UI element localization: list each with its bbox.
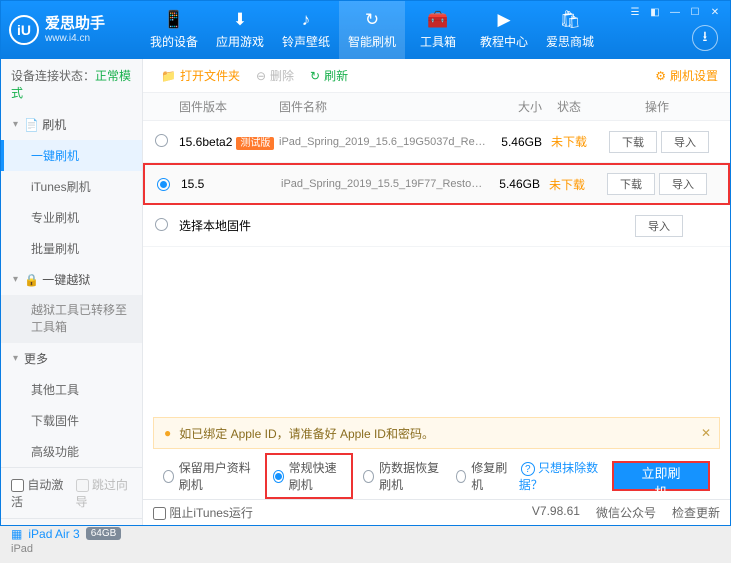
open-folder-button[interactable]: 📁打开文件夹 [155, 67, 246, 84]
statusbar: 阻止iTunes运行 V7.98.61 微信公众号 检查更新 [143, 499, 730, 525]
appleid-notice: ● 如已绑定 Apple ID，请准备好 Apple ID和密码。 ✕ [153, 417, 720, 449]
row-radio[interactable] [157, 178, 170, 191]
import-button[interactable]: 导入 [659, 173, 707, 195]
side-group-1[interactable]: ▾🔒 一键越狱 [1, 264, 142, 295]
side-sub-0-1[interactable]: iTunes刷机 [1, 171, 142, 202]
app-logo: iU 爱思助手 www.i4.cn [9, 15, 141, 45]
help-icon[interactable]: ? [521, 462, 535, 476]
nav-icon: ▶ [497, 10, 510, 30]
wc-menu-icon[interactable]: ☰ [626, 5, 644, 19]
toolbar: 📁打开文件夹 ⊖删除 ↻刷新 ⚙刷机设置 [143, 59, 730, 93]
nav-0[interactable]: 📱我的设备 [141, 1, 207, 59]
side-sub-1-0[interactable]: 越狱工具已转移至 工具箱 [1, 295, 142, 343]
logo-icon: iU [9, 15, 39, 45]
side-group-0[interactable]: ▾📄 刷机 [1, 109, 142, 140]
download-button[interactable]: 下载 [609, 131, 657, 153]
flash-opt-2[interactable]: 防数据恢复刷机 [363, 459, 445, 493]
nav-2[interactable]: ♪铃声壁纸 [273, 1, 339, 59]
opt-radio [273, 470, 284, 483]
import-button[interactable]: 导入 [661, 131, 709, 153]
nav-icon: ♪ [302, 10, 311, 30]
import-button[interactable]: 导入 [635, 215, 683, 237]
wc-min-icon[interactable]: — [666, 5, 684, 19]
side-sub-0-3[interactable]: 批量刷机 [1, 233, 142, 264]
wc-max-icon[interactable]: ☐ [686, 5, 704, 19]
chevron-down-icon: ▾ [13, 274, 18, 285]
nav-icon: 📱 [163, 10, 184, 30]
side-sub-2-0[interactable]: 其他工具 [1, 374, 142, 405]
nav-icon: ⬇ [233, 10, 247, 30]
sidebar: 设备连接状态：正常模式 ▾📄 刷机一键刷机iTunes刷机专业刷机批量刷机▾🔒 … [1, 59, 143, 525]
auto-activate-check[interactable]: 自动激活 [11, 476, 68, 510]
warn-icon: ● [164, 426, 171, 440]
block-itunes-check[interactable]: 阻止iTunes运行 [153, 504, 253, 521]
side-sub-0-0[interactable]: 一键刷机 [1, 140, 142, 171]
gear-icon: ⚙ [655, 69, 666, 83]
close-notice-icon[interactable]: ✕ [701, 426, 711, 440]
flash-opt-3[interactable]: 修复刷机 [456, 459, 509, 493]
check-update-link[interactable]: 检查更新 [672, 504, 720, 521]
side-group-2[interactable]: ▾更多 [1, 343, 142, 374]
device-status: 设备连接状态：正常模式 [1, 59, 142, 109]
delete-button: ⊖删除 [250, 67, 300, 84]
opt-radio [456, 470, 467, 483]
version-label: V7.98.61 [532, 504, 580, 521]
download-mgr-icon[interactable]: ⭳ [692, 25, 718, 51]
nav-icon: 🧰 [427, 10, 448, 30]
flash-mode-options: 保留用户资料刷机常规快速刷机防数据恢复刷机修复刷机? 只想抹除数据？立即刷机 [145, 453, 728, 499]
firmware-row[interactable]: 15.5iPad_Spring_2019_15.5_19F77_Restore.… [143, 163, 730, 205]
flash-opt-1[interactable]: 常规快速刷机 [265, 453, 354, 499]
flash-settings-button[interactable]: ⚙刷机设置 [655, 67, 718, 84]
row-radio[interactable] [155, 218, 168, 231]
nav-icon: 🛍 [559, 10, 581, 30]
brand-name: 爱思助手 [45, 15, 105, 33]
device-card[interactable]: ▦iPad Air 364GB iPad [1, 518, 142, 563]
opt-radio [163, 470, 174, 483]
flash-now-button[interactable]: 立即刷机 [612, 461, 710, 491]
brand-url: www.i4.cn [45, 33, 105, 45]
main-panel: 📁打开文件夹 ⊖删除 ↻刷新 ⚙刷机设置 固件版本 固件名称 大小 状态 操作 … [143, 59, 730, 525]
window-controls: ☰ ◧ — ☐ ✕ [626, 5, 724, 19]
sidebar-options: 自动激活 跳过向导 [1, 467, 142, 518]
wc-th-icon[interactable]: ◧ [646, 5, 664, 19]
nav-6[interactable]: 🛍爱思商城 [537, 1, 603, 59]
side-sub-2-2[interactable]: 高级功能 [1, 436, 142, 467]
wechat-link[interactable]: 微信公众号 [596, 504, 656, 521]
delete-icon: ⊖ [256, 69, 266, 83]
local-firmware-row[interactable]: 选择本地固件导入 [143, 205, 730, 247]
nav-3[interactable]: ↻智能刷机 [339, 1, 405, 59]
nav-icon: ↻ [365, 10, 379, 30]
refresh-button[interactable]: ↻刷新 [304, 67, 354, 84]
firmware-row[interactable]: 15.6beta2测试版iPad_Spring_2019_15.6_19G503… [143, 121, 730, 163]
chevron-down-icon: ▾ [13, 353, 18, 364]
table-header: 固件版本 固件名称 大小 状态 操作 [143, 93, 730, 121]
refresh-icon: ↻ [310, 69, 320, 83]
nav-1[interactable]: ⬇应用游戏 [207, 1, 273, 59]
side-sub-0-2[interactable]: 专业刷机 [1, 202, 142, 233]
nav-5[interactable]: ▶教程中心 [471, 1, 537, 59]
row-radio[interactable] [155, 134, 168, 147]
folder-icon: 📁 [161, 69, 176, 83]
opt-radio [363, 470, 374, 483]
skip-setup-check[interactable]: 跳过向导 [76, 476, 133, 510]
titlebar: iU 爱思助手 www.i4.cn 📱我的设备⬇应用游戏♪铃声壁纸↻智能刷机🧰工… [1, 1, 730, 59]
wc-close-icon[interactable]: ✕ [706, 5, 724, 19]
download-button[interactable]: 下载 [607, 173, 655, 195]
chevron-down-icon: ▾ [13, 119, 18, 130]
nav-4[interactable]: 🧰工具箱 [405, 1, 471, 59]
flash-opt-0[interactable]: 保留用户资料刷机 [163, 459, 255, 493]
side-sub-2-1[interactable]: 下载固件 [1, 405, 142, 436]
